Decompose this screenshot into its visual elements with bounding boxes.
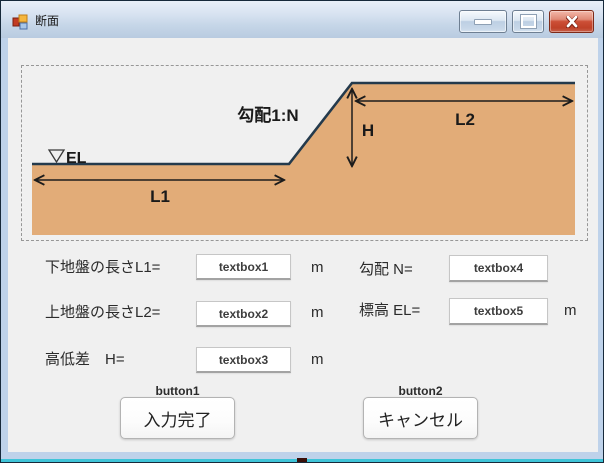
l1-label: L1 bbox=[150, 187, 170, 206]
minimize-icon bbox=[474, 19, 492, 25]
button1-caption: button1 bbox=[120, 384, 235, 398]
unit-m-5: m bbox=[564, 302, 577, 320]
cancel-button[interactable]: キャンセル bbox=[363, 397, 478, 439]
terrain-fill bbox=[32, 83, 575, 235]
maximize-button[interactable] bbox=[512, 10, 544, 33]
label-l1: 下地盤の長さL1= bbox=[45, 259, 160, 277]
button2-caption: button2 bbox=[363, 384, 478, 398]
label-n: 勾配 N= bbox=[359, 261, 413, 279]
close-button[interactable] bbox=[549, 10, 594, 33]
l2-label: L2 bbox=[455, 110, 475, 129]
minimize-button[interactable] bbox=[459, 10, 507, 33]
label-h: 高低差 H= bbox=[45, 351, 125, 369]
water-level-icon bbox=[49, 150, 64, 162]
close-icon bbox=[565, 16, 579, 28]
h-label: H bbox=[362, 121, 374, 140]
submit-button[interactable]: 入力完了 bbox=[120, 397, 235, 439]
title-bar[interactable]: 断面 bbox=[1, 1, 603, 38]
bottom-center-tick bbox=[297, 458, 307, 462]
textbox5-input[interactable] bbox=[449, 298, 548, 325]
textbox3-input[interactable] bbox=[196, 347, 291, 373]
caption-buttons bbox=[459, 10, 594, 33]
unit-m-1: m bbox=[311, 259, 324, 277]
app-window: 断面 bbox=[0, 0, 604, 463]
el-label: EL bbox=[66, 150, 87, 167]
label-el: 標高 EL= bbox=[359, 302, 420, 320]
window-title: 断面 bbox=[35, 12, 59, 29]
winforms-app-icon bbox=[12, 14, 28, 30]
unit-m-3: m bbox=[311, 351, 324, 369]
cross-section-diagram: 勾配1:N H L2 EL L1 bbox=[21, 65, 588, 241]
textbox1-input[interactable] bbox=[196, 254, 291, 280]
textbox2-input[interactable] bbox=[196, 301, 291, 327]
textbox4-input[interactable] bbox=[449, 255, 548, 282]
form-client-area: 勾配1:N H L2 EL L1 下地盤の長さL1= m 上地盤の長さL2= m… bbox=[8, 38, 598, 452]
label-l2: 上地盤の長さL2= bbox=[45, 304, 160, 322]
slope-label: 勾配1:N bbox=[237, 105, 298, 125]
unit-m-2: m bbox=[311, 304, 324, 322]
terrain-drawing: 勾配1:N H L2 EL L1 bbox=[22, 66, 587, 240]
maximize-icon bbox=[521, 15, 536, 28]
